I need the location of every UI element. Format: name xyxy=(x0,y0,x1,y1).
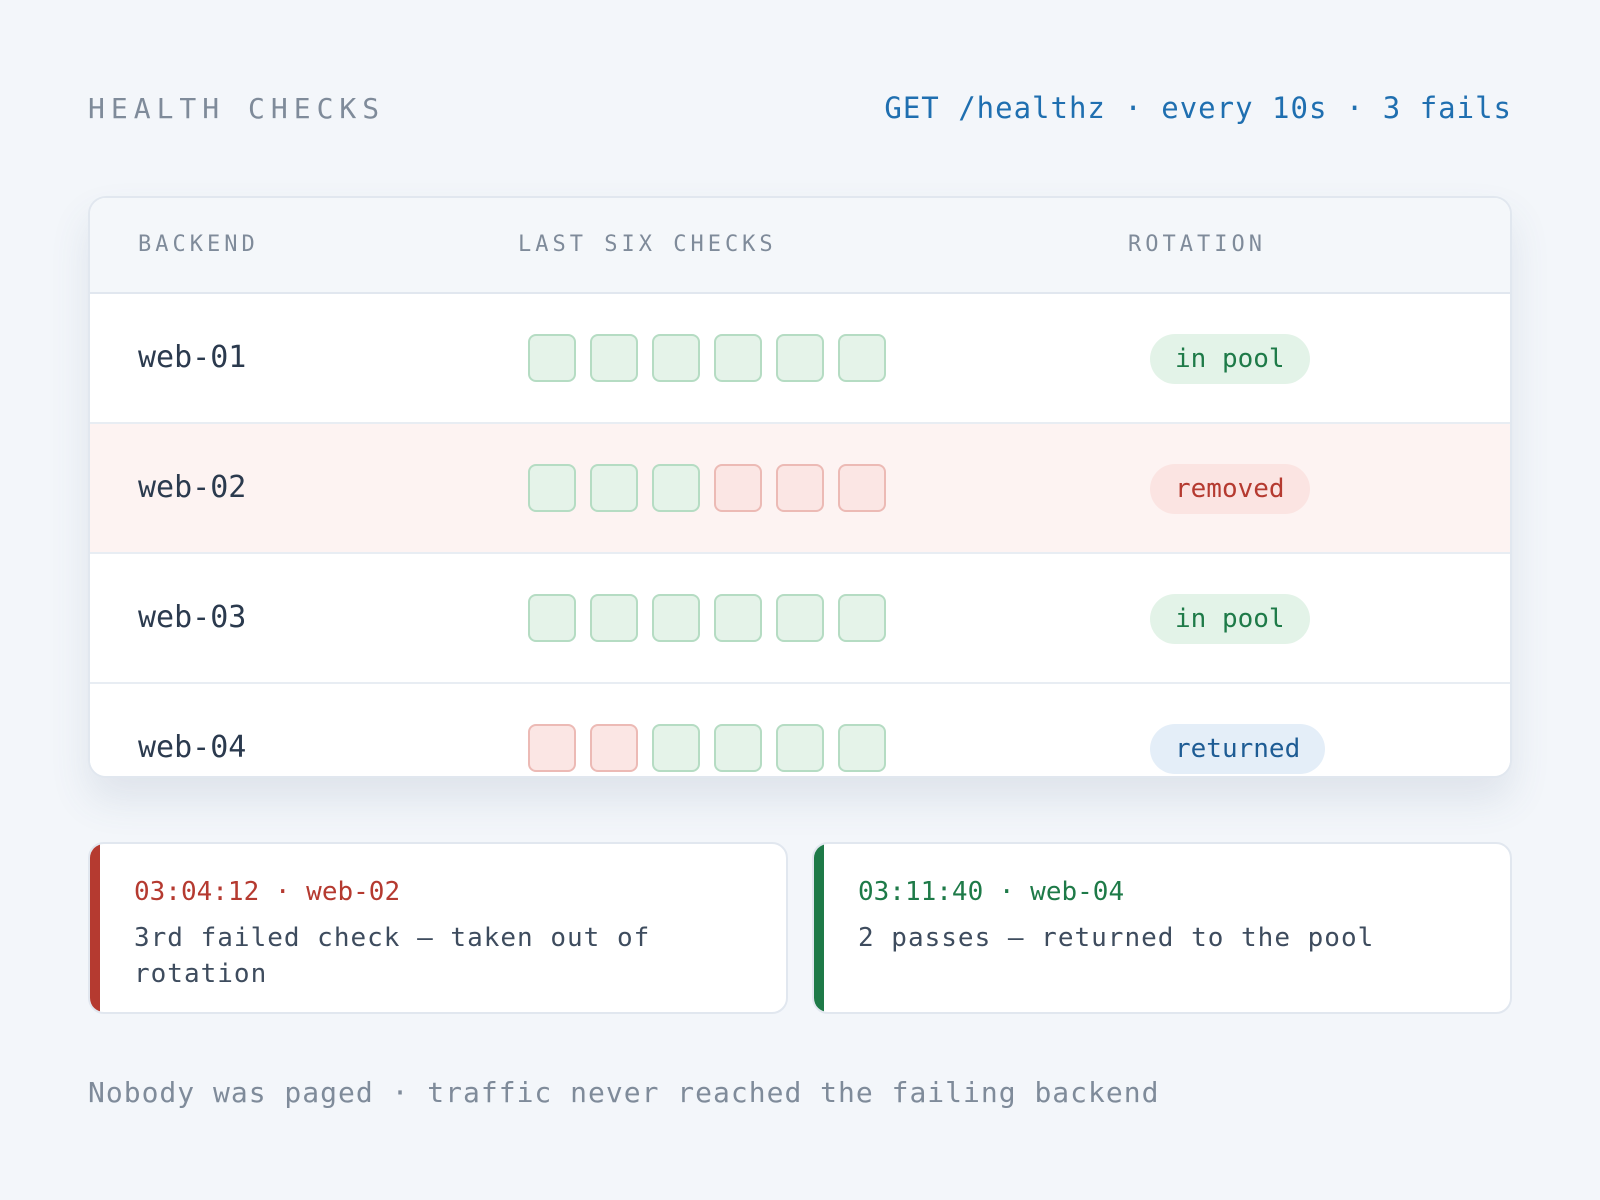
table-header: BACKEND LAST SIX CHECKS ROTATION xyxy=(90,198,1510,294)
check-history xyxy=(528,724,886,772)
check-result xyxy=(652,334,700,382)
health-table: BACKEND LAST SIX CHECKS ROTATION web-01 … xyxy=(88,196,1512,778)
check-result xyxy=(528,724,576,772)
column-header-rotation: ROTATION xyxy=(1128,232,1266,257)
table-row[interactable]: web-04 returned xyxy=(90,684,1510,776)
rotation-badge: in pool xyxy=(1150,334,1310,384)
check-history xyxy=(528,594,886,642)
column-header-checks: LAST SIX CHECKS xyxy=(518,232,777,257)
table-row[interactable]: web-01 in pool xyxy=(90,294,1510,424)
table-row[interactable]: web-03 in pool xyxy=(90,554,1510,684)
check-result xyxy=(714,464,762,512)
check-result xyxy=(776,334,824,382)
check-result xyxy=(590,724,638,772)
check-result xyxy=(776,594,824,642)
page-header: HEALTH CHECKS GET /healthz · every 10s ·… xyxy=(88,86,1512,130)
check-result xyxy=(652,464,700,512)
backend-name: web-03 xyxy=(138,600,247,635)
check-history xyxy=(528,464,886,512)
check-result xyxy=(714,334,762,382)
event-description: 2 passes — returned to the pool xyxy=(858,923,1375,953)
check-result xyxy=(838,594,886,642)
check-result xyxy=(590,334,638,382)
probe-config: GET /healthz · every 10s · 3 fails xyxy=(884,91,1512,125)
check-result xyxy=(776,464,824,512)
event-card: 03:11:40 · web-04 2 passes — returned to… xyxy=(812,842,1512,1014)
check-result xyxy=(528,594,576,642)
footnote: Nobody was paged · traffic never reached… xyxy=(88,1076,1160,1109)
rotation-badge: returned xyxy=(1150,724,1326,774)
check-result xyxy=(652,594,700,642)
status-bar xyxy=(90,844,100,1012)
rotation-badge: removed xyxy=(1150,464,1310,514)
check-result xyxy=(714,594,762,642)
check-result xyxy=(652,724,700,772)
backend-name: web-04 xyxy=(138,730,247,765)
check-history xyxy=(528,334,886,382)
check-result xyxy=(590,464,638,512)
backend-name: web-01 xyxy=(138,340,247,375)
page-title: HEALTH CHECKS xyxy=(88,91,386,125)
check-result xyxy=(776,724,824,772)
check-result xyxy=(714,724,762,772)
event-log: 03:04:12 · web-02 3rd failed check — tak… xyxy=(88,842,1512,1014)
status-bar xyxy=(814,844,824,1012)
check-result xyxy=(590,594,638,642)
event-description: 3rd failed check — taken out of rotation xyxy=(134,923,651,989)
check-result xyxy=(528,334,576,382)
check-result xyxy=(838,334,886,382)
event-time: 03:11:40 · web-04 xyxy=(858,877,1125,907)
table-row[interactable]: web-02 removed xyxy=(90,424,1510,554)
rotation-badge: in pool xyxy=(1150,594,1310,644)
check-result xyxy=(838,464,886,512)
backend-name: web-02 xyxy=(138,470,247,505)
event-card: 03:04:12 · web-02 3rd failed check — tak… xyxy=(88,842,788,1014)
column-header-backend: BACKEND xyxy=(138,232,259,257)
event-time: 03:04:12 · web-02 xyxy=(134,877,401,907)
check-result xyxy=(838,724,886,772)
check-result xyxy=(528,464,576,512)
